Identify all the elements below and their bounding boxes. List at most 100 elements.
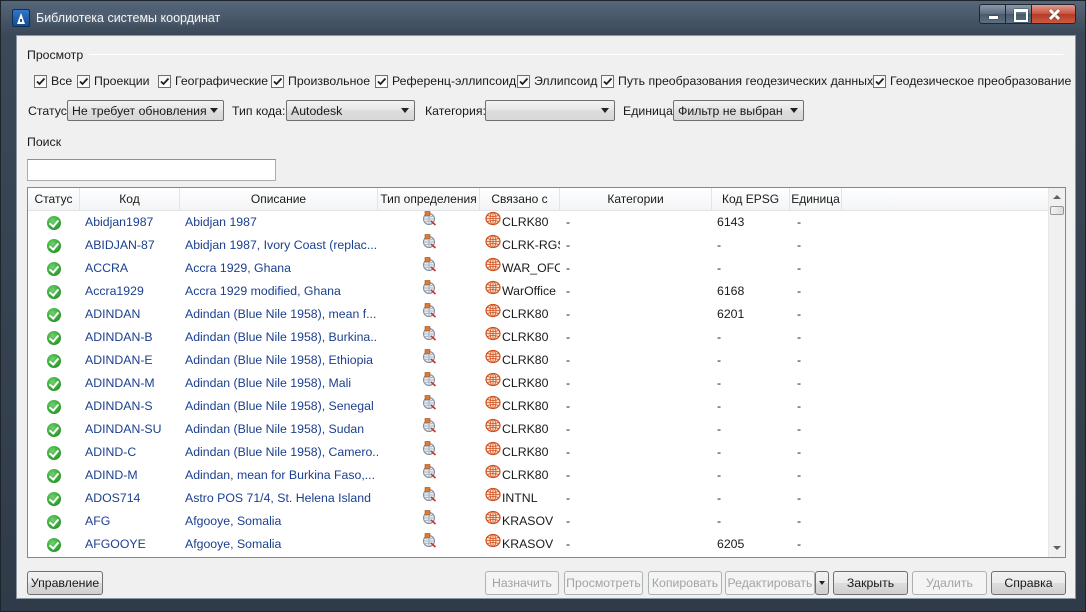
minimize-icon[interactable] [979, 4, 1006, 24]
code-cell[interactable]: AFG [80, 510, 180, 533]
table-row[interactable]: AFGOOYE Afgooye, Somalia KRASOV -6205- [28, 533, 1065, 556]
vertical-scrollbar[interactable] [1048, 188, 1065, 557]
description-cell[interactable]: Adindan (Blue Nile 1958), mean f... [180, 303, 378, 326]
checkbox-box[interactable] [601, 74, 614, 88]
code-cell[interactable]: ADINDAN-E [80, 349, 180, 372]
checkbox-box[interactable] [158, 74, 171, 88]
table-row[interactable]: ADIND-C Adindan (Blue Nile 1958), Camero.… [28, 441, 1065, 464]
description-cell[interactable]: Adindan (Blue Nile 1958), Senegal [180, 395, 378, 418]
code-cell[interactable]: AFGOOYE [80, 533, 180, 556]
search-input[interactable] [27, 159, 276, 181]
title-bar[interactable]: Библиотека системы координат [1, 1, 1085, 35]
code-cell[interactable]: ADINDAN-B [80, 326, 180, 349]
close-icon[interactable] [1031, 4, 1076, 24]
column-header[interactable]: Единица [790, 188, 842, 210]
view-checkbox-0[interactable]: Все [34, 74, 72, 88]
table-row[interactable]: ADINDAN Adindan (Blue Nile 1958), mean f.… [28, 303, 1065, 326]
table-row[interactable]: ADINDAN-E Adindan (Blue Nile 1958), Ethio… [28, 349, 1065, 372]
scroll-down-icon[interactable] [1049, 540, 1065, 557]
copy-button[interactable]: Копировать [648, 571, 722, 595]
categories-cell: - [566, 422, 571, 436]
description-cell[interactable]: Afgooye, Somalia [180, 533, 378, 556]
view-checkbox-1[interactable]: Проекции [77, 74, 150, 88]
view-checkbox-2[interactable]: Географические [158, 74, 268, 88]
description-cell[interactable]: Abidjan 1987, Ivory Coast (replac... [180, 234, 378, 257]
description-cell[interactable]: Abidjan 1987 [180, 211, 378, 234]
description-cell[interactable]: Adindan (Blue Nile 1958), Sudan [180, 418, 378, 441]
category-filter-select[interactable] [485, 100, 615, 121]
code-cell[interactable]: ADINDAN [80, 303, 180, 326]
checkbox-box[interactable] [34, 74, 47, 88]
description-cell[interactable]: Adindan (Blue Nile 1958), Camero... [180, 441, 378, 464]
column-header[interactable]: Код [80, 188, 180, 210]
description-cell[interactable]: Adindan, mean for Burkina Faso,... [180, 464, 378, 487]
code-cell[interactable]: ADINDAN-M [80, 372, 180, 395]
code-cell[interactable]: ADIND-M [80, 464, 180, 487]
view-button[interactable]: Просмотреть [564, 571, 643, 595]
description-cell[interactable]: Adindan (Blue Nile 1958), Burkina... [180, 326, 378, 349]
checkbox-box[interactable] [271, 74, 284, 88]
linked-cell: CLRK80 [480, 303, 560, 326]
column-header[interactable]: Описание [180, 188, 378, 210]
manage-button[interactable]: Управление [27, 571, 103, 595]
description-cell[interactable]: Adindan (Blue Nile 1958), Mali [180, 372, 378, 395]
edit-button[interactable]: Редактировать [725, 571, 815, 595]
ellipsoid-icon [485, 395, 502, 418]
view-checkbox-6[interactable]: Путь преобразования геодезических данных [601, 74, 873, 88]
checkbox-box[interactable] [517, 74, 530, 88]
checkbox-box[interactable] [375, 74, 388, 88]
table-row[interactable]: ADINDAN-M Adindan (Blue Nile 1958), Mali C… [28, 372, 1065, 395]
status-filter-select[interactable]: Не требует обновления [67, 100, 224, 121]
table-row[interactable]: ACCRA Accra 1929, Ghana WAR_OFC - - - [28, 257, 1065, 280]
assign-button[interactable]: Назначить [485, 571, 559, 595]
description-cell[interactable]: Accra 1929 modified, Ghana [180, 280, 378, 303]
code-cell[interactable]: ADOS714 [80, 487, 180, 510]
unit-filter-select[interactable]: Фильтр не выбран [673, 100, 804, 121]
edit-dropdown-chevron-down-icon[interactable] [815, 571, 829, 595]
view-checkbox-3[interactable]: Произвольное [271, 74, 370, 88]
table-row[interactable]: AFG Afgooye, Somalia KRASOV - - - [28, 510, 1065, 533]
scroll-thumb[interactable] [1050, 206, 1064, 215]
table-row[interactable]: Abidjan1987 Abidjan 1987 CLRK80 - 6143 - [28, 211, 1065, 234]
table-row[interactable]: ADINDAN-S Adindan (Blue Nile 1958), Seneg… [28, 395, 1065, 418]
table-row[interactable]: ADINDAN-SU Adindan (Blue Nile 1958), Suda… [28, 418, 1065, 441]
help-button[interactable]: Справка [991, 571, 1066, 595]
code-cell[interactable]: ADINDAN-SU [80, 418, 180, 441]
scroll-up-icon[interactable] [1049, 188, 1065, 205]
code-cell[interactable]: ABIDJAN-87 [80, 234, 180, 257]
description-cell[interactable]: Adindan (Blue Nile 1958), Ethiopia [180, 349, 378, 372]
description-cell[interactable]: Accra 1929, Ghana [180, 257, 378, 280]
unit-cell: - [797, 330, 802, 344]
code-cell[interactable]: ADINDAN-S [80, 395, 180, 418]
table-row[interactable]: ADINDAN-B Adindan (Blue Nile 1958), Burki… [28, 326, 1065, 349]
table-row[interactable]: Accra1929 Accra 1929 modified, Ghana WarOf… [28, 280, 1065, 303]
delete-button[interactable]: Удалить [912, 571, 987, 595]
view-section-label: Просмотр [27, 48, 84, 62]
view-checkbox-5[interactable]: Эллипсоид [517, 74, 597, 88]
maximize-icon[interactable] [1005, 4, 1032, 24]
column-header[interactable]: Статус [28, 188, 80, 210]
table-row[interactable]: ABIDJAN-87 Abidjan 1987, Ivory Coast (rep… [28, 234, 1065, 257]
code-cell[interactable]: Accra1929 [80, 280, 180, 303]
view-checkbox-7[interactable]: Геодезическое преобразование [873, 74, 1071, 88]
description-cell[interactable]: Afgooye, Somalia [180, 510, 378, 533]
column-header[interactable]: Категории [560, 188, 712, 210]
close-button[interactable]: Закрыть [833, 571, 908, 595]
table-row[interactable]: ADOS714 Astro POS 71/4, St. Helena Island… [28, 487, 1065, 510]
column-header[interactable]: Код EPSG [712, 188, 790, 210]
column-header[interactable]: Связано с [480, 188, 560, 210]
linked-text: CLRK80 [502, 307, 549, 321]
table-row[interactable]: ADIND-M Adindan, mean for Burkina Faso,..… [28, 464, 1065, 487]
code-cell[interactable]: Abidjan1987 [80, 211, 180, 234]
view-checkbox-4[interactable]: Референц-эллипсоид [375, 74, 516, 88]
checkbox-box[interactable] [77, 74, 90, 88]
description-cell[interactable]: Astro POS 71/4, St. Helena Island [180, 487, 378, 510]
checkbox-label: Географические [175, 74, 269, 88]
code-type-filter-select[interactable]: Autodesk [286, 100, 415, 121]
checkbox-box[interactable] [873, 74, 886, 88]
linked-text: CLRK80 [502, 353, 549, 367]
epsg-code-cell: - [717, 261, 722, 275]
code-cell[interactable]: ADIND-C [80, 441, 180, 464]
column-header[interactable]: Тип определения [378, 188, 480, 210]
code-cell[interactable]: ACCRA [80, 257, 180, 280]
